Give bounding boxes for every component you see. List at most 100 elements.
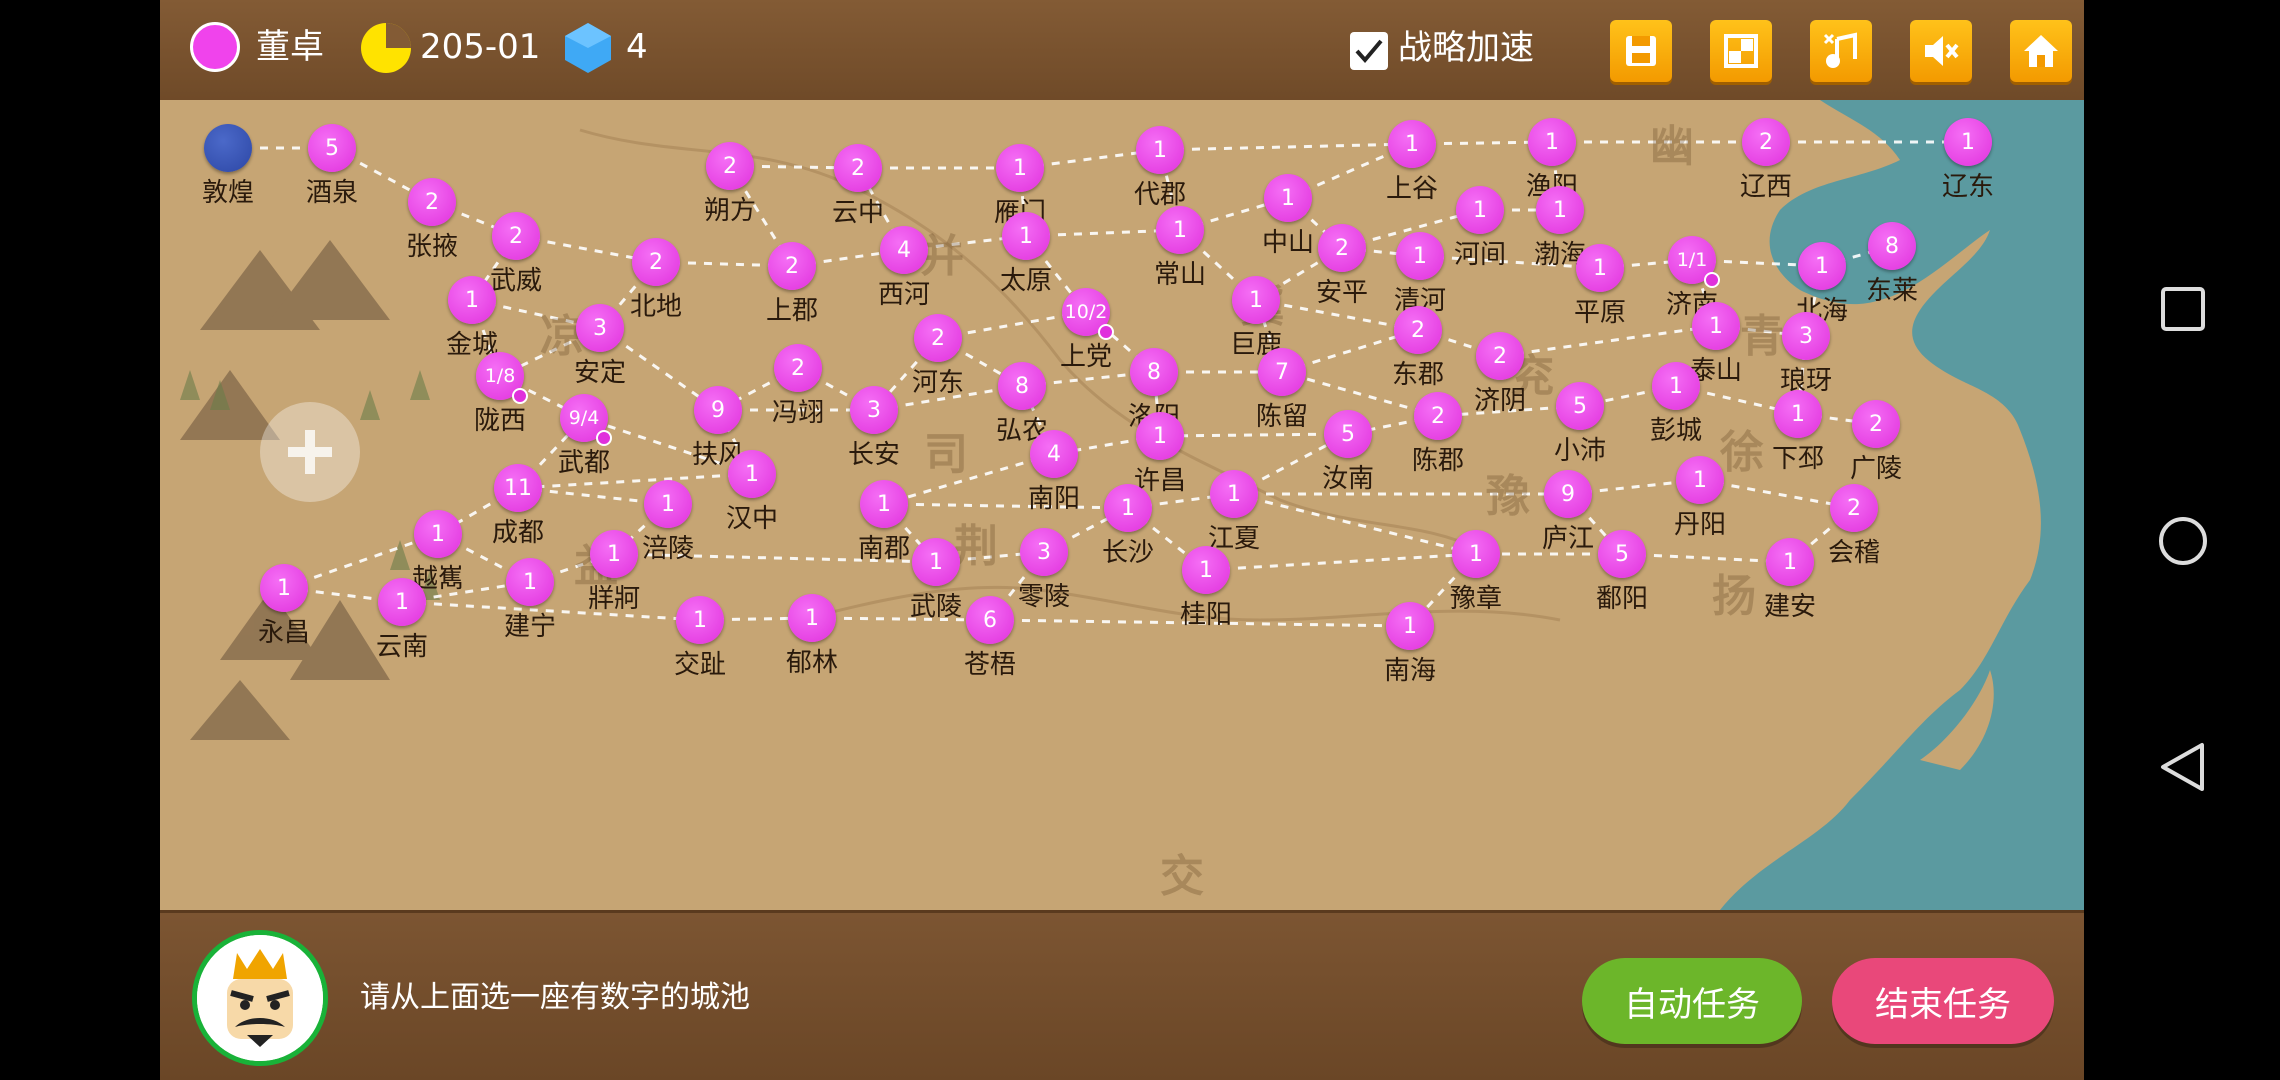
city-node[interactable]: 1 — [378, 578, 426, 626]
city-node[interactable]: 3 — [576, 304, 624, 352]
city-value: 2 — [509, 223, 523, 249]
city-node[interactable]: 1 — [1210, 470, 1258, 518]
city-node[interactable]: 1 — [1456, 186, 1504, 234]
city-node[interactable]: 1 — [1002, 212, 1050, 260]
city-node[interactable]: 1 — [1232, 276, 1280, 324]
city-node[interactable]: 2 — [492, 212, 540, 260]
city-node[interactable]: 1 — [1182, 546, 1230, 594]
window-button[interactable] — [1710, 20, 1772, 82]
city-node[interactable]: 1/8 — [476, 352, 528, 404]
city-node[interactable]: 3 — [850, 386, 898, 434]
city-node[interactable]: 5 — [1598, 530, 1646, 578]
city-node[interactable]: 4 — [1030, 430, 1078, 478]
city-node[interactable]: 1 — [1156, 206, 1204, 254]
city-node[interactable]: 1 — [1652, 362, 1700, 410]
city-node[interactable]: 1 — [1576, 244, 1624, 292]
save-icon — [1626, 36, 1656, 66]
city-node[interactable]: 2 — [1414, 392, 1462, 440]
city-node[interactable]: 1 — [788, 594, 836, 642]
city-node[interactable]: 1 — [1766, 538, 1814, 586]
city-node[interactable]: 1 — [996, 144, 1044, 192]
city-value: 1 — [1121, 495, 1135, 521]
city-node[interactable]: 1 — [1136, 126, 1184, 174]
city-value: 1 — [465, 287, 479, 313]
city-node[interactable]: 2 — [914, 314, 962, 362]
city-node[interactable]: 1 — [414, 510, 462, 558]
city-node[interactable]: 1 — [860, 480, 908, 528]
city-name: 北地 — [629, 292, 683, 322]
city-node[interactable]: 1 — [1536, 186, 1584, 234]
city-value: 11 — [504, 475, 532, 501]
city-node[interactable]: 7 — [1258, 348, 1306, 396]
city-node[interactable]: 1 — [1386, 602, 1434, 650]
city-name: 庐江 — [1541, 524, 1595, 554]
music-button[interactable] — [1810, 20, 1872, 82]
city-node[interactable]: 1 — [1264, 174, 1312, 222]
city-node[interactable]: 2 — [632, 238, 680, 286]
city-node[interactable]: 1 — [1452, 530, 1500, 578]
city-node[interactable]: 1 — [1944, 118, 1992, 166]
city-node[interactable]: 1 — [590, 530, 638, 578]
home-button[interactable] — [2010, 20, 2072, 82]
speedup-checkbox[interactable] — [1350, 32, 1388, 70]
city-node[interactable]: 1 — [1676, 456, 1724, 504]
city-node[interactable]: 2 — [1742, 118, 1790, 166]
region-label: 青 — [1740, 311, 1784, 362]
city-node[interactable]: 11 — [494, 464, 542, 512]
city-node[interactable]: 9 — [1544, 470, 1592, 518]
city-node[interactable]: 8 — [1130, 348, 1178, 396]
city-node[interactable]: 9 — [694, 386, 742, 434]
city-node[interactable]: 1 — [676, 596, 724, 644]
city-node[interactable]: 5 — [1556, 382, 1604, 430]
city-node[interactable]: 1 — [1774, 390, 1822, 438]
city-value: 3 — [1799, 323, 1813, 349]
city-node[interactable]: 2 — [706, 142, 754, 190]
city-node[interactable]: 5 — [1324, 410, 1372, 458]
city-node[interactable]: 1 — [506, 558, 554, 606]
city-value: 1 — [1249, 287, 1263, 313]
city-node[interactable]: 2 — [1476, 332, 1524, 380]
city-node[interactable]: 4 — [880, 226, 928, 274]
strategy-map[interactable]: 幽并冀凉青兖司徐豫益荆扬交 敦煌5酒泉2张掖2武威1金城2北地3安定1/8陇西9… — [160, 100, 2084, 910]
zoom-in-button[interactable] — [260, 402, 360, 502]
city-node[interactable]: 2 — [768, 242, 816, 290]
city-node[interactable]: 2 — [774, 344, 822, 392]
city-value: 1 — [929, 549, 943, 575]
city-node[interactable]: 8 — [998, 362, 1046, 410]
city-node[interactable]: 2 — [834, 144, 882, 192]
city-node[interactable]: 1 — [1528, 118, 1576, 166]
player-city-node[interactable] — [204, 124, 252, 172]
city-node[interactable]: 2 — [1394, 306, 1442, 354]
city-node[interactable]: 2 — [1852, 400, 1900, 448]
home-circle-icon[interactable] — [2158, 516, 2208, 566]
city-node[interactable]: 6 — [966, 596, 1014, 644]
city-node[interactable]: 9/4 — [560, 394, 612, 446]
city-node[interactable]: 3 — [1782, 312, 1830, 360]
save-button[interactable] — [1610, 20, 1672, 82]
auto-task-button[interactable]: 自动任务 — [1582, 958, 1802, 1044]
city-node[interactable]: 8 — [1868, 222, 1916, 270]
end-task-button[interactable]: 结束任务 — [1832, 958, 2054, 1044]
city-node[interactable]: 1 — [912, 538, 960, 586]
city-node[interactable]: 1 — [728, 450, 776, 498]
city-node[interactable]: 1 — [1692, 302, 1740, 350]
city-node[interactable]: 3 — [1020, 528, 1068, 576]
city-node[interactable]: 1 — [1104, 484, 1152, 532]
city-node[interactable]: 2 — [408, 178, 456, 226]
city-node[interactable]: 1 — [1388, 120, 1436, 168]
back-icon[interactable] — [2158, 742, 2208, 792]
city-node[interactable]: 1 — [644, 480, 692, 528]
city-node[interactable]: 1 — [260, 564, 308, 612]
city-node[interactable]: 5 — [308, 124, 356, 172]
city-node[interactable]: 1 — [1396, 232, 1444, 280]
city-node[interactable]: 1 — [1798, 242, 1846, 290]
city-node[interactable]: 1/1 — [1668, 236, 1720, 288]
city-node[interactable]: 1 — [1136, 412, 1184, 460]
recent-apps-icon[interactable] — [2160, 286, 2206, 332]
city-node[interactable]: 2 — [1318, 224, 1366, 272]
city-node[interactable]: 1 — [448, 276, 496, 324]
city-name: 陈留 — [1255, 402, 1309, 432]
city-node[interactable]: 10/2 — [1062, 288, 1114, 340]
city-node[interactable]: 2 — [1830, 484, 1878, 532]
sound-button[interactable] — [1910, 20, 1972, 82]
